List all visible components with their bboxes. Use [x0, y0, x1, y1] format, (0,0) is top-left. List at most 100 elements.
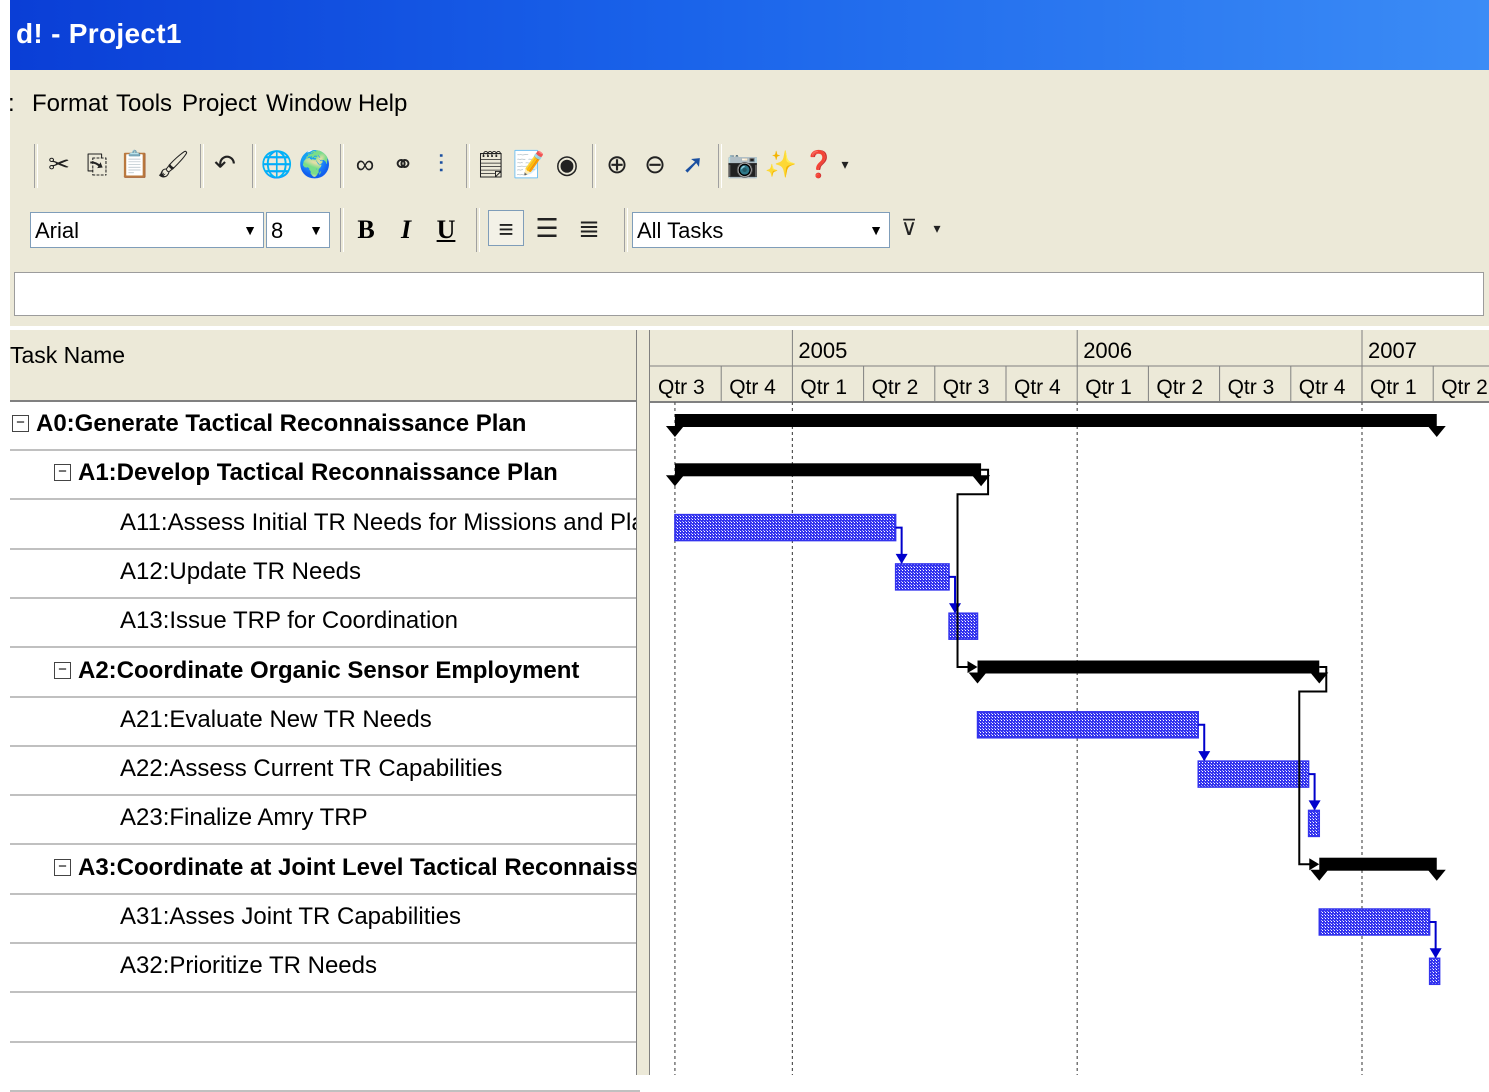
- link-arrowhead: [1429, 948, 1442, 959]
- menu-help[interactable]: Help: [358, 90, 407, 118]
- task-name: A2:Coordinate Organic Sensor Employment: [78, 656, 580, 684]
- task-bar: [674, 513, 897, 542]
- task-name: A1:Develop Tactical Reconnaissance Plan: [78, 459, 558, 487]
- globe-web-icon[interactable]: 🌍: [298, 146, 332, 182]
- quarter-label: Qtr 3: [1228, 376, 1275, 399]
- window-title: d! - Project1: [16, 18, 182, 49]
- summary-bar: [674, 463, 982, 477]
- autofilter-icon[interactable]: ⊽: [892, 210, 926, 246]
- assign-resources-icon[interactable]: ◉: [550, 146, 584, 182]
- table-row[interactable]: A21:Evaluate New TR Needs: [10, 698, 640, 747]
- menu-format[interactable]: Format: [32, 90, 108, 118]
- chevron-down-icon[interactable]: ▼: [305, 213, 327, 247]
- collapse-toggle-icon[interactable]: −: [54, 661, 71, 679]
- collapse-toggle-icon[interactable]: −: [54, 858, 71, 876]
- bold-button[interactable]: B: [348, 212, 384, 248]
- empty-row[interactable]: [10, 1043, 640, 1092]
- empty-row[interactable]: [10, 994, 640, 1043]
- task-name: A23:Finalize Amry TRP: [120, 804, 368, 832]
- toolbar-options-chevron-icon[interactable]: ▾: [928, 210, 946, 246]
- toolbar-separator: [466, 144, 470, 188]
- summary-end-marker: [1427, 426, 1446, 437]
- paste-icon[interactable]: 📋: [118, 146, 152, 182]
- globe-icon[interactable]: 🌐: [260, 146, 294, 182]
- help-icon[interactable]: ❓: [802, 146, 836, 182]
- filter-select-value: All Tasks: [637, 218, 724, 243]
- link-arrowhead: [895, 553, 908, 564]
- quarter-label: Qtr 1: [1085, 376, 1132, 399]
- table-row[interactable]: − A3:Coordinate at Joint Level Tactical R…: [10, 846, 694, 895]
- menu-bar: : Format Tools Project Window Help: [8, 70, 1489, 135]
- task-name: A32:Prioritize TR Needs: [120, 952, 377, 980]
- entry-field[interactable]: [14, 272, 1484, 316]
- quarter-label: Qtr 4: [1014, 376, 1061, 399]
- table-row[interactable]: − A2:Coordinate Organic Sensor Employment: [10, 649, 640, 698]
- table-row[interactable]: A12:Update TR Needs: [10, 550, 640, 599]
- quarter-label: Qtr 3: [943, 376, 990, 399]
- table-row[interactable]: − A1:Develop Tactical Reconnaissance Plan: [10, 451, 640, 501]
- quarter-label: Qtr 2: [872, 376, 919, 399]
- filter-select[interactable]: All Tasks ▼: [632, 212, 890, 248]
- menu-project[interactable]: Project: [182, 90, 257, 118]
- zoom-out-icon[interactable]: ⊖: [638, 146, 672, 182]
- undo-icon[interactable]: ↶: [208, 146, 242, 182]
- menu-window[interactable]: Window: [266, 90, 351, 118]
- task-notes-icon[interactable]: 🗒: [474, 146, 508, 182]
- copy-icon[interactable]: ⎘: [80, 146, 114, 182]
- italic-button[interactable]: I: [388, 212, 424, 248]
- task-name-column-header[interactable]: Task Name: [10, 330, 640, 402]
- align-left-icon[interactable]: ≡: [488, 210, 524, 246]
- summary-start-marker: [1310, 869, 1329, 881]
- format-painter-icon[interactable]: 🖌: [156, 146, 190, 182]
- table-row[interactable]: A32:Prioritize TR Needs: [10, 944, 640, 994]
- toolbar-separator: [340, 144, 344, 188]
- underline-button[interactable]: U: [428, 212, 464, 248]
- task-name: A11:Assess Initial TR Needs for Missions…: [120, 508, 671, 536]
- font-size-select[interactable]: 8 ▼: [266, 212, 330, 248]
- task-bar: [948, 612, 979, 640]
- table-row[interactable]: A23:Finalize Amry TRP: [10, 796, 640, 846]
- task-name: A12:Update TR Needs: [120, 557, 362, 585]
- task-bar: [1197, 760, 1310, 788]
- table-row[interactable]: A13:Issue TRP for Coordination: [10, 599, 640, 649]
- quarter-label: Qtr 2: [1156, 376, 1203, 399]
- table-row[interactable]: A11:Assess Initial TR Needs for Missions…: [10, 501, 670, 550]
- quarter-label: Qtr 4: [1299, 376, 1346, 399]
- unlink-icon[interactable]: ⚭: [386, 146, 420, 182]
- link-arrowhead: [949, 603, 962, 614]
- formatting-toolbar: Arial ▼ 8 ▼ B I U ≡ ☰ ≣ All Tasks ▼ ⊽ ▾: [10, 198, 958, 263]
- zoom-in-icon[interactable]: ⊕: [600, 146, 634, 182]
- copy-picture-icon[interactable]: 📷: [726, 146, 760, 182]
- notes-icon[interactable]: 📝: [512, 146, 546, 182]
- link-icon[interactable]: ∞: [348, 146, 382, 182]
- year-label: 2007: [1368, 338, 1417, 363]
- quarter-label: Qtr 2: [1441, 376, 1488, 399]
- goto-task-icon[interactable]: ➚: [676, 146, 710, 182]
- chevron-down-icon[interactable]: ▼: [865, 213, 887, 247]
- quarter-label: Qtr 4: [729, 376, 776, 399]
- table-row[interactable]: A31:Asses Joint TR Capabilities: [10, 895, 640, 944]
- gantt-chart-svg: 2005 2006 2007 Qtr 3 Qtr 4 Qtr 1 Qtr 2 Qtr 3 Qtr…: [650, 330, 1489, 1075]
- collapse-toggle-icon[interactable]: −: [12, 415, 29, 432]
- task-bar: [894, 563, 950, 591]
- summary-bar: [1319, 857, 1437, 871]
- task-sheet: Task Name − A0:Generate Tactical Reconnai…: [10, 330, 694, 1092]
- split-task-icon[interactable]: ⫶: [424, 146, 458, 182]
- table-row[interactable]: − A0:Generate Tactical Reconnaissance Pla…: [10, 402, 640, 451]
- gantt-wizard-icon[interactable]: ✨: [764, 146, 798, 182]
- collapse-toggle-icon[interactable]: −: [54, 464, 71, 482]
- font-select[interactable]: Arial ▼: [30, 212, 264, 248]
- toolbar-separator: [476, 208, 480, 252]
- summary-bar: [674, 414, 1437, 427]
- menu-tools[interactable]: Tools: [116, 90, 172, 118]
- table-row[interactable]: A22:Assess Current TR Capabilities: [10, 747, 640, 797]
- summary-end-marker: [1427, 869, 1446, 881]
- view-splitter[interactable]: [636, 330, 650, 1075]
- gantt-chart: 2005 2006 2007 Qtr 3 Qtr 4 Qtr 1 Qtr 2 Qtr 3 Qtr…: [650, 330, 1489, 1075]
- align-center-icon[interactable]: ☰: [530, 210, 564, 246]
- cut-icon[interactable]: ✂: [42, 146, 76, 182]
- chevron-down-icon[interactable]: ▼: [239, 213, 261, 247]
- task-name: A21:Evaluate New TR Needs: [120, 705, 432, 733]
- toolbar-options-chevron-icon[interactable]: ▾: [836, 146, 854, 182]
- align-right-icon[interactable]: ≣: [572, 210, 606, 246]
